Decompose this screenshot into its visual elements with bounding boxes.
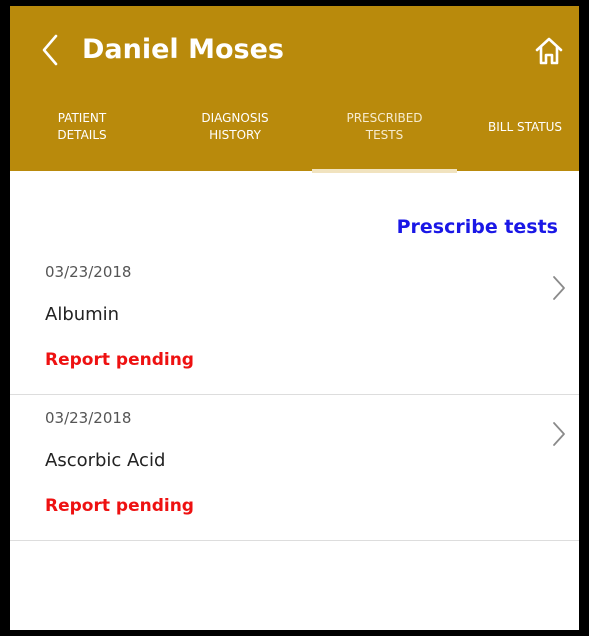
test-list-item[interactable]: 03/23/2018 Ascorbic Acid Report pending <box>10 394 579 541</box>
home-button[interactable] <box>534 36 564 66</box>
test-date: 03/23/2018 <box>45 263 132 281</box>
tab-patient-details[interactable]: PATIENT DETAILS <box>16 98 148 171</box>
chevron-right-icon <box>551 274 567 302</box>
test-name: Ascorbic Acid <box>45 450 166 471</box>
app-header: Daniel Moses PATIENT DETAILS DIAGNOSIS H… <box>10 6 579 173</box>
test-date: 03/23/2018 <box>45 409 132 427</box>
tab-label: DIAGNOSIS HISTORY <box>201 111 269 142</box>
patient-name-title: Daniel Moses <box>82 34 284 65</box>
tab-label: BILL STATUS <box>488 120 562 134</box>
tab-label: PATIENT DETAILS <box>57 111 107 142</box>
active-tab-indicator <box>312 169 457 173</box>
app-screen: Daniel Moses PATIENT DETAILS DIAGNOSIS H… <box>10 6 579 630</box>
test-status: Report pending <box>45 496 194 516</box>
tab-prescribed-tests[interactable]: PRESCRIBED TESTS <box>312 98 457 171</box>
chevron-left-icon <box>42 34 58 66</box>
tab-bill-status[interactable]: BILL STATUS <box>472 98 578 171</box>
chevron-right-icon <box>551 420 567 448</box>
tab-bar: PATIENT DETAILS DIAGNOSIS HISTORY PRESCR… <box>10 98 579 171</box>
test-name: Albumin <box>45 304 120 325</box>
test-status: Report pending <box>45 350 194 370</box>
back-button[interactable] <box>36 32 64 68</box>
home-icon <box>535 37 563 65</box>
prescribe-tests-link[interactable]: Prescribe tests <box>397 214 558 240</box>
tab-diagnosis-history[interactable]: DIAGNOSIS HISTORY <box>170 98 300 171</box>
test-list-item[interactable]: 03/23/2018 Albumin Report pending <box>10 248 579 395</box>
tab-label: PRESCRIBED TESTS <box>346 111 423 142</box>
